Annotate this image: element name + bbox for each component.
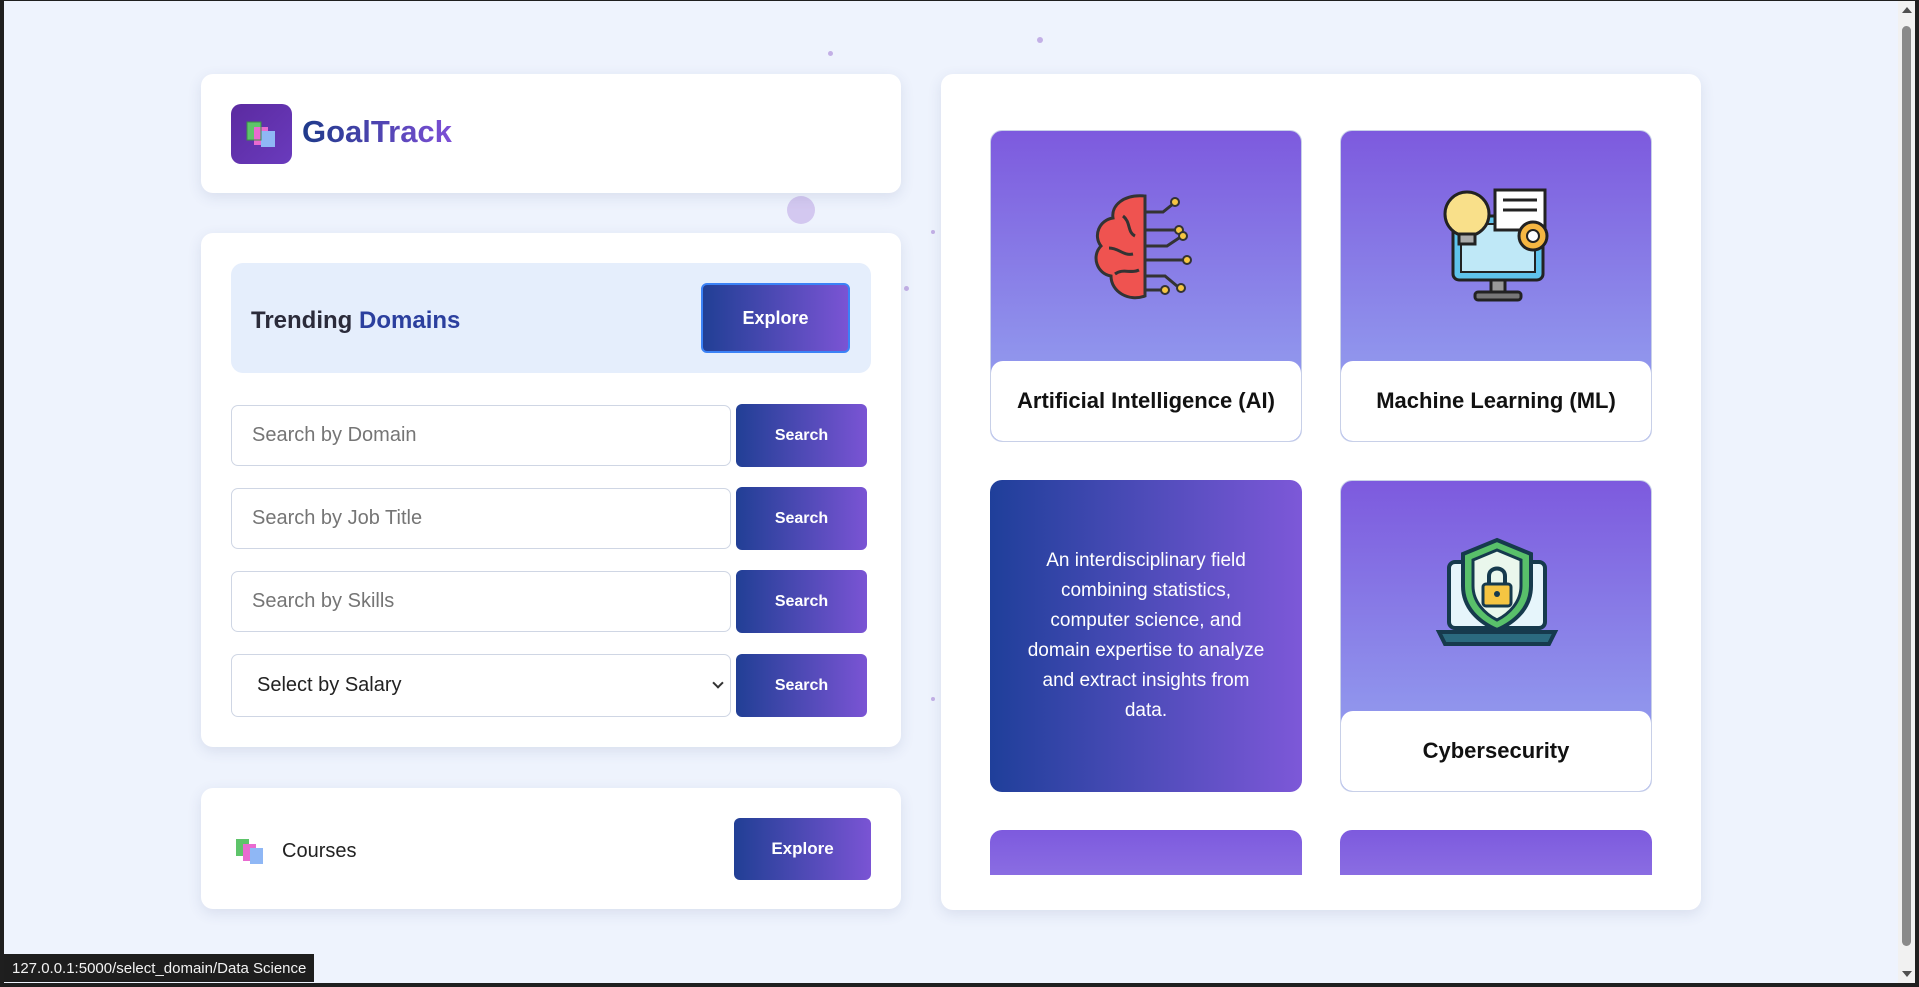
brain-circuit-icon [1094,194,1192,300]
decorative-dot [787,196,815,224]
chevron-down-icon [712,677,724,689]
trending-title: Trending Domains [251,307,460,335]
search-domain-input[interactable] [231,405,731,466]
page-scrollbar[interactable] [1898,1,1915,983]
trending-domains-banner: Trending Domains Explore [231,263,871,373]
domain-grid: Artificial Intelligence (AI) Machine Lea… [941,74,1701,910]
domain-card-partial[interactable] [990,830,1302,875]
search-job-title-button[interactable]: Search [736,487,867,550]
domain-card-partial[interactable] [1340,830,1652,875]
books-icon [236,839,263,864]
scroll-up-arrow-icon[interactable] [1902,7,1912,13]
domain-name: Artificial Intelligence (AI) [991,361,1301,441]
explore-courses-button[interactable]: Explore [734,818,871,880]
decorative-dot [1037,37,1043,43]
search-job-title-input[interactable] [231,488,731,549]
search-domain-button[interactable]: Search [736,404,867,467]
domain-card-ml[interactable]: Machine Learning (ML) [1340,130,1652,442]
courses-card: Courses Explore [201,788,901,909]
search-skills-input[interactable] [231,571,731,632]
domain-name: Cybersecurity [1341,711,1651,791]
decorative-dot [904,286,909,291]
lightbulb-gear-monitor-icon [1443,188,1549,302]
scroll-down-arrow-icon[interactable] [1902,971,1912,977]
search-salary-button[interactable]: Search [736,654,867,717]
decorative-dot [931,697,935,701]
salary-select[interactable]: Select by Salary [231,654,731,717]
brand-name[interactable]: GoalTrack [302,114,452,150]
domain-card-data-science[interactable]: An interdisciplinary field combining sta… [990,480,1302,792]
trending-title-accent: Domains [359,307,461,334]
decorative-dot [931,230,935,234]
salary-select-value: Select by Salary [257,674,402,696]
brand-header-card: GoalTrack [201,74,901,193]
trending-title-prefix: Trending [251,307,353,334]
link-status-bar: 127.0.0.1:5000/select_domain/Data Scienc… [4,954,315,982]
logo[interactable] [231,104,292,164]
search-panel: Trending Domains Explore Search Search S… [201,233,901,747]
search-skills-button[interactable]: Search [736,570,867,633]
scrollbar-thumb[interactable] [1902,26,1911,946]
laptop-shield-lock-icon [1435,537,1559,646]
explore-domains-button[interactable]: Explore [701,283,850,353]
domain-card-ai[interactable]: Artificial Intelligence (AI) [990,130,1302,442]
decorative-dot [828,51,833,56]
domain-name: Machine Learning (ML) [1341,361,1651,441]
domain-card-cybersecurity[interactable]: Cybersecurity [1340,480,1652,792]
books-icon [246,121,275,147]
domain-description: An interdisciplinary field combining sta… [1027,550,1265,721]
courses-label: Courses [282,840,357,862]
